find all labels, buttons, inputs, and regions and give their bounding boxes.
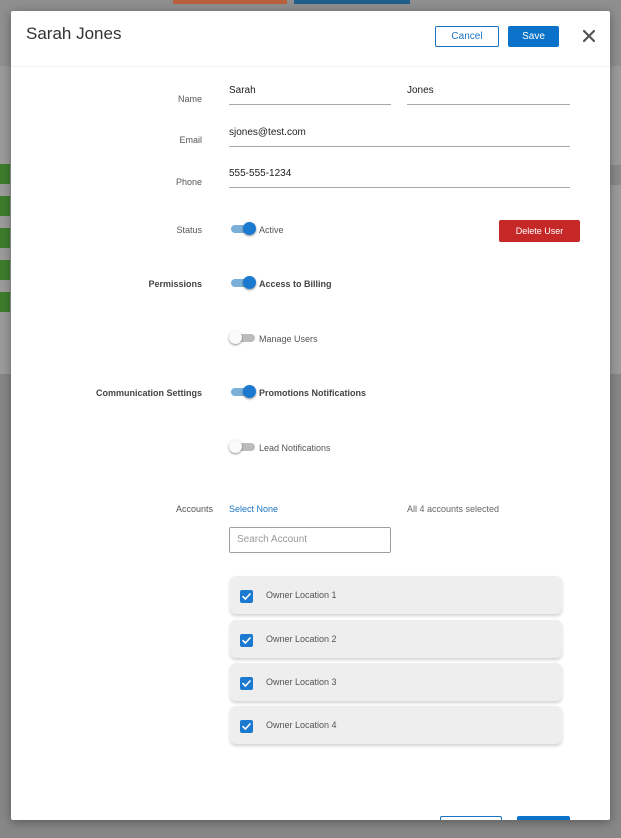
account-label: Owner Location 1 [266, 590, 337, 600]
email-label: Email [179, 135, 202, 145]
delete-user-button[interactable]: Delete User [499, 220, 580, 242]
billing-access-toggle[interactable] [230, 276, 256, 290]
account-item-owner-location-2[interactable]: Owner Location 2 [230, 620, 562, 658]
background-button [173, 0, 287, 4]
permissions-label: Permissions [148, 279, 202, 289]
account-item-owner-location-4[interactable]: Owner Location 4 [230, 706, 562, 744]
background-status-chip [0, 292, 10, 312]
manage-users-toggle[interactable] [229, 331, 256, 345]
lead-notifications-toggle[interactable] [229, 440, 256, 454]
checkbox-checked-icon[interactable] [240, 590, 253, 603]
communication-settings-label: Communication Settings [95, 388, 202, 398]
account-label: Owner Location 2 [266, 634, 337, 644]
title-divider [11, 66, 610, 67]
billing-access-label: Access to Billing [259, 279, 332, 289]
lead-notifications-label: Lead Notifications [259, 443, 331, 453]
status-toggle-label: Active [259, 225, 284, 235]
promotions-notifications-label: Promotions Notifications [259, 388, 367, 398]
footer-save-button[interactable] [517, 816, 570, 820]
first-name-input[interactable]: Sarah [229, 83, 391, 105]
footer-cancel-button[interactable] [440, 816, 502, 820]
toggle-knob [229, 331, 242, 344]
last-name-input[interactable]: Jones [407, 83, 570, 105]
toggle-knob [243, 276, 256, 289]
toggle-knob [243, 385, 256, 398]
background-status-chip [0, 228, 10, 248]
background-status-chip [0, 164, 10, 184]
status-label: Status [176, 225, 202, 235]
status-toggle[interactable] [230, 222, 256, 236]
close-icon[interactable] [580, 27, 598, 45]
phone-label: Phone [175, 177, 202, 187]
select-none-link[interactable]: Select None [229, 504, 278, 514]
checkbox-checked-icon[interactable] [240, 720, 253, 733]
background-status-chip [0, 196, 10, 216]
edit-user-modal: Sarah Jones Cancel Save Name Sarah Jones… [11, 11, 610, 820]
accounts-label: Accounts [175, 504, 213, 514]
toggle-knob [243, 222, 256, 235]
save-button[interactable]: Save [508, 26, 559, 47]
checkbox-checked-icon[interactable] [240, 634, 253, 647]
cancel-button[interactable]: Cancel [435, 26, 499, 47]
email-field[interactable]: sjones@test.com [229, 125, 570, 147]
background-status-chip [0, 260, 10, 280]
search-account-input[interactable]: Search Account [229, 527, 391, 553]
modal-title: Sarah Jones [26, 24, 122, 43]
account-item-owner-location-3[interactable]: Owner Location 3 [230, 663, 562, 701]
accounts-selected-count: All 4 accounts selected [407, 504, 500, 514]
background-button [294, 0, 410, 4]
phone-field[interactable]: 555-555-1234 [229, 166, 570, 188]
account-label: Owner Location 3 [266, 677, 337, 687]
name-label: Name [177, 94, 202, 104]
account-label: Owner Location 4 [266, 720, 337, 730]
account-item-owner-location-1[interactable]: Owner Location 1 [230, 576, 562, 614]
promotions-notifications-toggle[interactable] [230, 385, 256, 399]
checkbox-checked-icon[interactable] [240, 677, 253, 690]
manage-users-label: Manage Users [259, 334, 318, 344]
toggle-knob [229, 440, 242, 453]
